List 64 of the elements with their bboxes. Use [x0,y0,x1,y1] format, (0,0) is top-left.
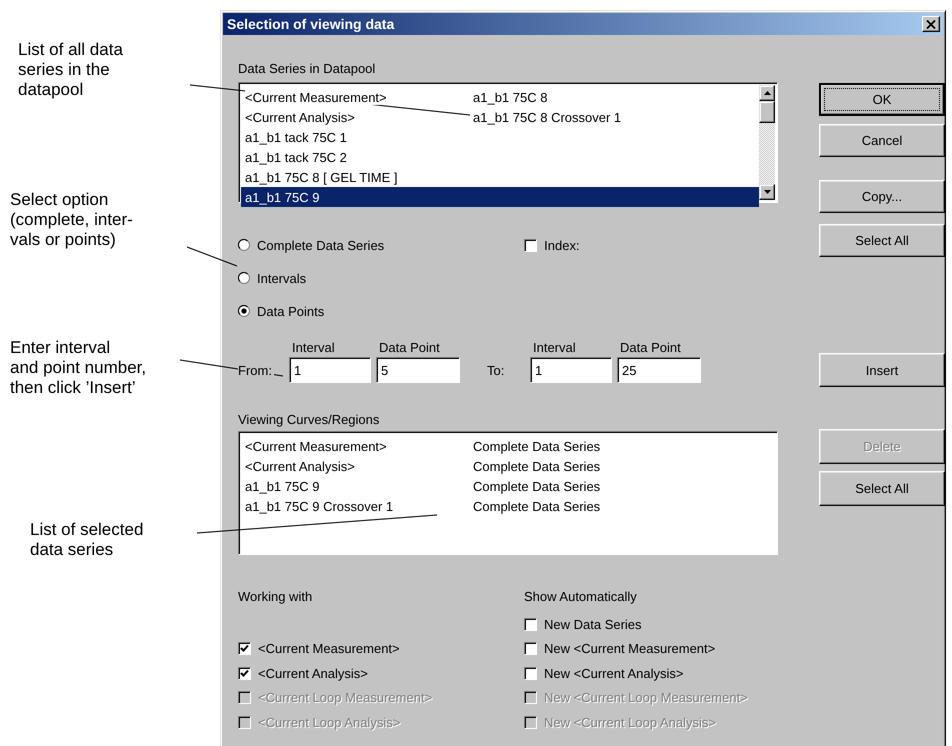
checkbox-label: <Current Loop Measurement> [258,690,432,706]
list-item[interactable]: <Current Measurement> Complete Data Series [241,436,775,456]
checkbox-label: <Current Loop Analysis> [258,714,400,730]
checkbox-label: New <Current Loop Measurement> [544,690,748,706]
radio-label: Data Points [257,304,324,318]
checkbox-label: New <Current Measurement> [544,641,716,656]
insert-button[interactable]: Insert [819,353,945,387]
annotation-text: List of all data series in the datapool [18,40,123,100]
group-label: Working with [238,589,314,604]
checkbox-label: New <Current Loop Analysis> [544,714,716,730]
checkbox[interactable] [524,238,538,252]
list-item[interactable]: a1_b1 75C 9 [241,187,759,207]
list-item[interactable]: a1_b1 75C 9 Complete Data Series [241,476,775,496]
window-title: Selection of viewing data [227,16,394,32]
list-item[interactable]: <Current Analysis> Complete Data Series [241,456,775,476]
field-header: Data Point [378,340,441,355]
list-label: Viewing Curves/Regions [238,412,380,427]
checkbox[interactable] [524,666,537,680]
close-button[interactable] [922,16,940,32]
dialog-button[interactable]: Copy... [819,180,945,213]
radio-label: Complete Data Series [257,238,384,252]
radio-button[interactable] [238,239,250,251]
input-field[interactable]: 1 [530,357,612,383]
field-label: To: [486,362,506,378]
checkbox-label: <Current Measurement> [258,641,400,656]
up-arrow-icon [764,91,770,95]
checkbox-label: <Current Analysis> [258,666,368,681]
viewing-list[interactable]: <Current Measurement> Complete Data Series <Current Analysis> Complete Data Series a1_b1 75C 9 Complete Data Series a1_b1 75C 9 Crossover 1 Complete Data Series [238,431,778,555]
radio-button[interactable] [238,305,250,317]
field-header: Data Point [619,340,682,355]
checkbox[interactable] [238,642,251,656]
list-item[interactable]: a1_b1 75C 9 Crossover 1 Complete Data Series [241,496,775,516]
annotation-text: List of selected data series [30,520,144,560]
list-label: Data Series in Datapool [238,61,376,76]
field-header: Interval [291,340,336,355]
list-item[interactable]: a1_b1 tack 75C 2 [241,147,759,167]
close-icon [926,20,936,28]
radio-button[interactable] [238,272,250,284]
radio-label: Intervals [257,270,306,286]
dialog-button[interactable]: Select All [819,224,945,257]
scrollbar[interactable] [759,85,775,200]
checkbox[interactable] [524,642,537,656]
list-item[interactable]: <Current Measurement> a1_b1 75C 8 [241,87,759,107]
leader-line [186,246,238,266]
checkbox[interactable] [524,618,537,631]
list-item[interactable]: a1_b1 tack 75C 1 [241,127,759,147]
down-arrow-icon [764,190,770,194]
input-field[interactable]: 25 [617,357,701,383]
checkbox-label: Index: [544,238,580,252]
list-item[interactable]: <Current Analysis> a1_b1 75C 8 Crossover 1 [241,107,759,127]
annotation-text: Select option (complete, inter- vals or points) [10,190,133,250]
list-item[interactable]: a1_b1 75C 8 [ GEL TIME ] [241,167,759,187]
annotation-text: Enter interval and point number, then click ’Insert’ [10,338,146,398]
checkbox-label: New <Current Analysis> [544,666,684,681]
input-field[interactable]: 1 [289,357,371,383]
group-label: Show Automatically [524,589,638,604]
checkbox-label: New Data Series [544,616,642,632]
field-header: Interval [532,340,577,355]
dialog-button[interactable]: Select All [819,471,945,506]
input-field[interactable]: 5 [376,357,460,383]
checkbox[interactable] [238,666,251,680]
dialog-button[interactable]: Cancel [819,124,945,157]
scrollbar-thumb[interactable] [759,101,775,123]
dialog-button[interactable]: OK [819,83,945,116]
